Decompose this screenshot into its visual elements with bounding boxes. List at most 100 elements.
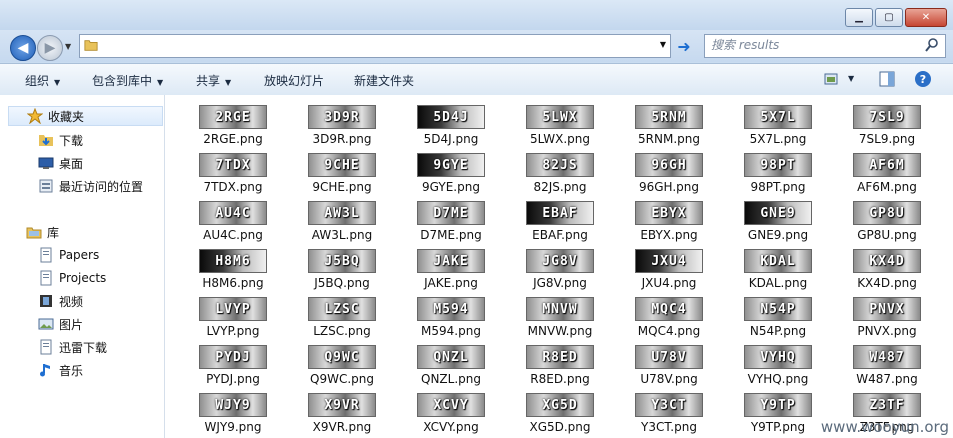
search-box[interactable] bbox=[704, 34, 946, 58]
file-item[interactable]: EBYX EBYX.png bbox=[619, 201, 719, 247]
file-item[interactable]: Y3CT Y3CT.png bbox=[619, 393, 719, 438]
address-bar[interactable]: ▼ bbox=[79, 34, 671, 58]
file-item[interactable]: 2RGE 2RGE.png bbox=[183, 105, 283, 151]
file-item[interactable]: H8M6 H8M6.png bbox=[183, 249, 283, 295]
minimize-button[interactable]: ▁ bbox=[845, 8, 873, 27]
file-item[interactable]: JG8V JG8V.png bbox=[510, 249, 610, 295]
file-item[interactable]: 82JS 82JS.png bbox=[510, 153, 610, 199]
captcha-thumbnail: QNZL bbox=[417, 345, 485, 369]
include-library-label: 包含到库中 bbox=[92, 74, 153, 88]
file-name: 5LWX.png bbox=[530, 132, 590, 146]
file-item[interactable]: JXU4 JXU4.png bbox=[619, 249, 719, 295]
sidebar-item-videos[interactable]: 视频 bbox=[38, 291, 83, 311]
captcha-thumbnail: Y3CT bbox=[635, 393, 703, 417]
address-dropdown-icon[interactable]: ▼ bbox=[660, 40, 666, 49]
file-item[interactable]: 5X7L 5X7L.png bbox=[728, 105, 828, 151]
file-item[interactable]: LZSC LZSC.png bbox=[292, 297, 392, 343]
address-input[interactable] bbox=[104, 37, 644, 53]
file-item[interactable]: W487 W487.png bbox=[837, 345, 937, 391]
sidebar-item-favorites[interactable]: 收藏夹 bbox=[8, 106, 163, 126]
file-item[interactable]: 5RNM 5RNM.png bbox=[619, 105, 719, 151]
file-item[interactable]: 7TDX 7TDX.png bbox=[183, 153, 283, 199]
organize-button[interactable]: 组织 ▼ bbox=[25, 72, 60, 89]
sidebar-item-desktop[interactable]: 桌面 bbox=[38, 153, 83, 173]
file-name: 82JS.png bbox=[533, 180, 587, 194]
maximize-button[interactable]: ▢ bbox=[875, 8, 903, 27]
file-item[interactable]: LVYP LVYP.png bbox=[183, 297, 283, 343]
file-item[interactable]: KX4D KX4D.png bbox=[837, 249, 937, 295]
file-item[interactable]: AF6M AF6M.png bbox=[837, 153, 937, 199]
sidebar-item-projects[interactable]: Projects bbox=[38, 268, 106, 288]
file-item[interactable]: AW3L AW3L.png bbox=[292, 201, 392, 247]
file-item[interactable]: X9VR X9VR.png bbox=[292, 393, 392, 438]
file-item[interactable]: 5LWX 5LWX.png bbox=[510, 105, 610, 151]
file-item[interactable]: J5BQ J5BQ.png bbox=[292, 249, 392, 295]
new-folder-button[interactable]: 新建文件夹 bbox=[354, 72, 414, 89]
sidebar-label: 图片 bbox=[59, 317, 84, 332]
captcha-thumbnail: Y9TP bbox=[744, 393, 812, 417]
file-item[interactable]: GP8U GP8U.png bbox=[837, 201, 937, 247]
film-icon bbox=[40, 295, 52, 307]
file-item[interactable]: MQC4 MQC4.png bbox=[619, 297, 719, 343]
captcha-thumbnail: 82JS bbox=[526, 153, 594, 177]
view-options-icon[interactable] bbox=[823, 70, 841, 88]
file-item[interactable]: 98PT 98PT.png bbox=[728, 153, 828, 199]
captcha-thumbnail: JG8V bbox=[526, 249, 594, 273]
slideshow-button[interactable]: 放映幻灯片 bbox=[264, 72, 324, 89]
search-input[interactable] bbox=[711, 37, 916, 53]
file-item[interactable]: U78V U78V.png bbox=[619, 345, 719, 391]
file-item[interactable]: AU4C AU4C.png bbox=[183, 201, 283, 247]
file-item[interactable]: EBAF EBAF.png bbox=[510, 201, 610, 247]
file-item[interactable]: D7ME D7ME.png bbox=[401, 201, 501, 247]
file-item[interactable]: GNE9 GNE9.png bbox=[728, 201, 828, 247]
search-icon[interactable] bbox=[924, 37, 940, 53]
file-item[interactable]: N54P N54P.png bbox=[728, 297, 828, 343]
file-name: Q9WC.png bbox=[310, 372, 374, 386]
file-item[interactable]: Y9TP Y9TP.png bbox=[728, 393, 828, 438]
sidebar-label: 桌面 bbox=[59, 156, 84, 171]
sidebar-item-recent[interactable]: 最近访问的位置 bbox=[38, 176, 143, 196]
desktop-icon bbox=[38, 157, 54, 169]
sidebar-label: 最近访问的位置 bbox=[59, 179, 144, 194]
file-item[interactable]: MNVW MNVW.png bbox=[510, 297, 610, 343]
file-item[interactable]: 96GH 96GH.png bbox=[619, 153, 719, 199]
file-list: 2RGE 2RGE.png 3D9R 3D9R.png 5D4J 5D4J.png 5LWX… bbox=[165, 95, 953, 438]
file-name: 5X7L.png bbox=[749, 132, 807, 146]
history-dropdown-icon[interactable]: ▼ bbox=[65, 42, 71, 51]
sidebar-item-downloads[interactable]: 下载 bbox=[38, 130, 83, 150]
sidebar-item-music[interactable]: 音乐 bbox=[38, 360, 83, 380]
file-item[interactable]: VYHQ VYHQ.png bbox=[728, 345, 828, 391]
sidebar-item-libraries[interactable]: 库 bbox=[26, 222, 59, 242]
file-item[interactable]: 3D9R 3D9R.png bbox=[292, 105, 392, 151]
sidebar-item-thunder[interactable]: 迅雷下载 bbox=[38, 337, 107, 357]
watermark: www.wooyun.org bbox=[820, 418, 949, 436]
include-library-button[interactable]: 包含到库中 ▼ bbox=[92, 72, 163, 89]
file-item[interactable]: XCVY XCVY.png bbox=[401, 393, 501, 438]
file-item[interactable]: WJY9 WJY9.png bbox=[183, 393, 283, 438]
preview-pane-icon[interactable] bbox=[878, 70, 896, 88]
back-button[interactable]: ◀ bbox=[10, 35, 36, 61]
file-item[interactable]: KDAL KDAL.png bbox=[728, 249, 828, 295]
file-item[interactable]: JAKE JAKE.png bbox=[401, 249, 501, 295]
view-dropdown-icon[interactable]: ▼ bbox=[848, 74, 854, 83]
share-button[interactable]: 共享 ▼ bbox=[196, 72, 231, 89]
file-item[interactable]: R8ED R8ED.png bbox=[510, 345, 610, 391]
file-item[interactable]: QNZL QNZL.png bbox=[401, 345, 501, 391]
sidebar-item-papers[interactable]: Papers bbox=[38, 245, 99, 265]
captcha-thumbnail: KDAL bbox=[744, 249, 812, 273]
file-item[interactable]: PNVX PNVX.png bbox=[837, 297, 937, 343]
file-item[interactable]: 9CHE 9CHE.png bbox=[292, 153, 392, 199]
sidebar-item-pictures[interactable]: 图片 bbox=[38, 314, 83, 334]
file-item[interactable]: 7SL9 7SL9.png bbox=[837, 105, 937, 151]
close-button[interactable]: ✕ bbox=[905, 8, 947, 27]
file-item[interactable]: XG5D XG5D.png bbox=[510, 393, 610, 438]
file-item[interactable]: 9GYE 9GYE.png bbox=[401, 153, 501, 199]
document-library-icon bbox=[40, 270, 52, 286]
file-item[interactable]: PYDJ PYDJ.png bbox=[183, 345, 283, 391]
forward-button[interactable]: ▶ bbox=[37, 35, 63, 61]
file-item[interactable]: Q9WC Q9WC.png bbox=[292, 345, 392, 391]
file-item[interactable]: M594 M594.png bbox=[401, 297, 501, 343]
go-arrow-icon[interactable]: ➜ bbox=[673, 35, 695, 57]
file-item[interactable]: 5D4J 5D4J.png bbox=[401, 105, 501, 151]
help-icon[interactable]: ? bbox=[914, 70, 932, 88]
